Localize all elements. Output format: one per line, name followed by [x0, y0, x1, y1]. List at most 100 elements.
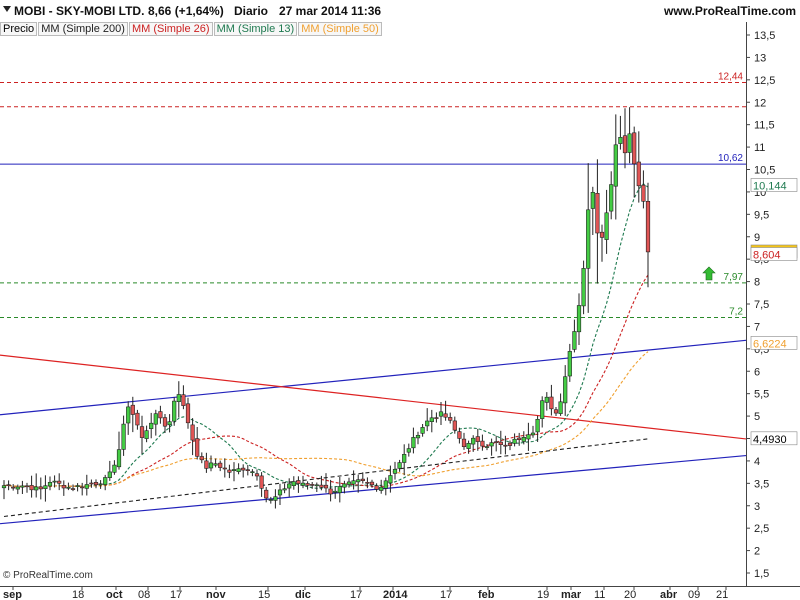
candle: [6, 480, 11, 491]
candle: [126, 401, 131, 435]
y-tick-label: 13,5: [754, 30, 775, 42]
candle: [535, 415, 540, 442]
candle-body: [116, 449, 122, 468]
candle-body: [176, 394, 181, 402]
candle: [627, 107, 632, 164]
y-tick-label: 7,5: [754, 299, 769, 311]
candle: [402, 444, 407, 476]
candle-body: [121, 423, 126, 450]
candle-body: [149, 422, 154, 430]
candle: [185, 397, 191, 429]
candle-body: [103, 477, 108, 485]
y-tick-label: 10,5: [754, 165, 775, 177]
candle: [208, 455, 214, 472]
candle-body: [153, 413, 158, 425]
x-tick-label: nov: [206, 589, 226, 600]
y-tick-label: 12: [754, 97, 766, 109]
candle: [268, 496, 273, 504]
x-tick-label: mar: [561, 589, 582, 600]
y-tick-label: 11: [754, 142, 765, 154]
candle-body: [452, 420, 457, 431]
trendline-upper-blue: [0, 339, 747, 416]
axis-tag-label-2: 8,604: [753, 250, 781, 262]
candle-body: [323, 484, 329, 489]
candle: [429, 409, 434, 433]
candle: [75, 483, 80, 492]
y-tick-label: 6: [754, 366, 760, 378]
candle-body: [627, 133, 632, 153]
candle: [245, 465, 250, 476]
candle-body: [494, 441, 499, 444]
candle: [195, 427, 200, 460]
candle-body: [291, 481, 296, 487]
candle-body: [231, 469, 237, 472]
candle: [70, 484, 76, 492]
candle: [632, 126, 637, 198]
candle: [144, 425, 149, 443]
candle: [613, 114, 618, 220]
candle-body: [581, 268, 586, 307]
candle-body: [544, 396, 549, 403]
hline-label-3: 7,97: [724, 272, 744, 283]
candle: [107, 460, 112, 481]
candle-body: [314, 484, 319, 487]
candle-body: [590, 192, 595, 209]
y-tick-label: 9: [754, 232, 760, 244]
candle-body: [259, 475, 264, 489]
candle: [254, 469, 260, 481]
up-arrow-icon: [702, 266, 716, 281]
candle: [231, 462, 237, 482]
candle-body: [268, 499, 273, 501]
candle-body: [144, 430, 149, 439]
candle-body: [457, 431, 462, 439]
candle-body: [379, 486, 384, 491]
candle-body: [507, 442, 513, 446]
candle: [84, 474, 89, 496]
candle: [1, 480, 7, 500]
candle-body: [645, 201, 651, 253]
candle: [167, 414, 172, 433]
candle-body: [369, 481, 375, 486]
candle-body: [484, 446, 490, 448]
candle: [139, 415, 145, 454]
candle-body: [195, 438, 200, 457]
candle: [176, 381, 181, 418]
ma50-line: [3, 351, 649, 488]
y-tick-label: 2: [754, 546, 760, 558]
price-chart[interactable]: 12,4410,627,977,2 1,522,533,544,555,566,…: [0, 0, 800, 600]
candle-body: [604, 212, 609, 240]
candle-body: [162, 417, 168, 427]
y-tick-label: 5,5: [754, 389, 769, 401]
axis-tag-label-3: 6,6224: [753, 338, 787, 350]
candle-body: [346, 481, 352, 485]
x-tick-label: 11: [594, 589, 605, 600]
candle-body: [213, 463, 218, 466]
candle: [112, 460, 117, 475]
candle-body: [222, 467, 227, 470]
candle-body: [540, 400, 545, 419]
x-tick-label: 09: [688, 589, 700, 600]
candle-body: [93, 481, 99, 486]
candle: [29, 475, 34, 498]
candle: [595, 159, 600, 284]
candle-body: [305, 483, 310, 486]
candle: [351, 470, 356, 490]
candle: [397, 459, 402, 472]
candle: [204, 452, 209, 473]
hline-label-0: 12,44: [718, 72, 743, 83]
candle-body: [287, 483, 292, 489]
candle-body: [406, 448, 411, 453]
x-tick-label: 19: [537, 589, 549, 600]
candle: [305, 481, 310, 490]
ma13-line: [3, 183, 649, 489]
candle: [480, 434, 485, 451]
candle: [374, 483, 379, 492]
candle: [461, 432, 467, 450]
candle-body: [227, 469, 232, 473]
candle: [572, 319, 577, 353]
x-tick-label: feb: [478, 589, 495, 600]
y-tick-label: 8: [754, 277, 760, 289]
candle-body: [181, 394, 186, 406]
candle: [135, 409, 140, 430]
candle: [618, 115, 623, 150]
